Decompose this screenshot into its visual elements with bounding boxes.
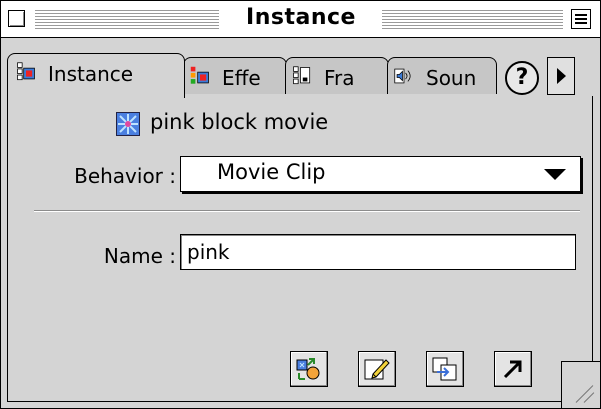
instance-panel-window: Instance Instance Effe Fra Soun ? pink b… — [0, 0, 601, 409]
duplicate-symbol-button[interactable] — [426, 351, 464, 387]
divider — [34, 210, 580, 212]
collapse-box[interactable] — [571, 9, 591, 29]
instance-name-input[interactable] — [180, 234, 576, 270]
go-to-symbol-button[interactable] — [494, 351, 532, 387]
duplicate-symbol-icon — [432, 357, 457, 381]
title-bar[interactable]: Instance — [1, 1, 600, 38]
swap-symbol-button[interactable] — [290, 351, 328, 387]
close-box[interactable] — [8, 10, 25, 27]
edit-symbol-icon — [364, 359, 390, 380]
behavior-label: Behavior : — [74, 164, 176, 188]
dropdown-arrow-icon — [544, 169, 566, 180]
go-to-symbol-icon — [502, 358, 524, 380]
name-label: Name : — [103, 244, 176, 268]
resize-grip[interactable] — [561, 361, 600, 408]
window-title: Instance — [246, 5, 356, 30]
tab-label-frame: Fra — [324, 66, 355, 90]
behavior-select-value: Movie Clip — [217, 160, 326, 184]
tab-label-sound: Soun — [426, 66, 477, 90]
tab-sound[interactable]: Soun — [387, 57, 497, 94]
tab-effect[interactable]: Effe — [183, 57, 287, 94]
title-bar-stripes-right — [382, 10, 563, 29]
behavior-select[interactable]: Movie Clip — [180, 156, 581, 192]
symbol-name: pink block movie — [150, 110, 329, 134]
movie-clip-symbol-icon — [116, 112, 140, 136]
instance-panel-body: pink block movie Behavior : Movie Clip N… — [7, 96, 593, 402]
tab-instance[interactable]: Instance — [7, 53, 185, 98]
tab-row: Instance Effe Fra Soun ? — [7, 45, 596, 98]
swap-symbol-icon — [296, 358, 320, 380]
edit-symbol-button[interactable] — [358, 351, 396, 387]
tab-label-effect: Effe — [222, 66, 261, 90]
effect-icon — [190, 66, 209, 84]
title-bar-stripes-left — [35, 10, 219, 29]
frame-icon — [293, 66, 311, 85]
help-button[interactable]: ? — [505, 61, 539, 95]
tab-label-instance: Instance — [48, 62, 134, 86]
sound-icon — [394, 68, 411, 84]
tab-scroll-right-button[interactable] — [547, 57, 575, 95]
instance-icon — [17, 62, 35, 81]
tab-frame[interactable]: Fra — [285, 57, 389, 94]
